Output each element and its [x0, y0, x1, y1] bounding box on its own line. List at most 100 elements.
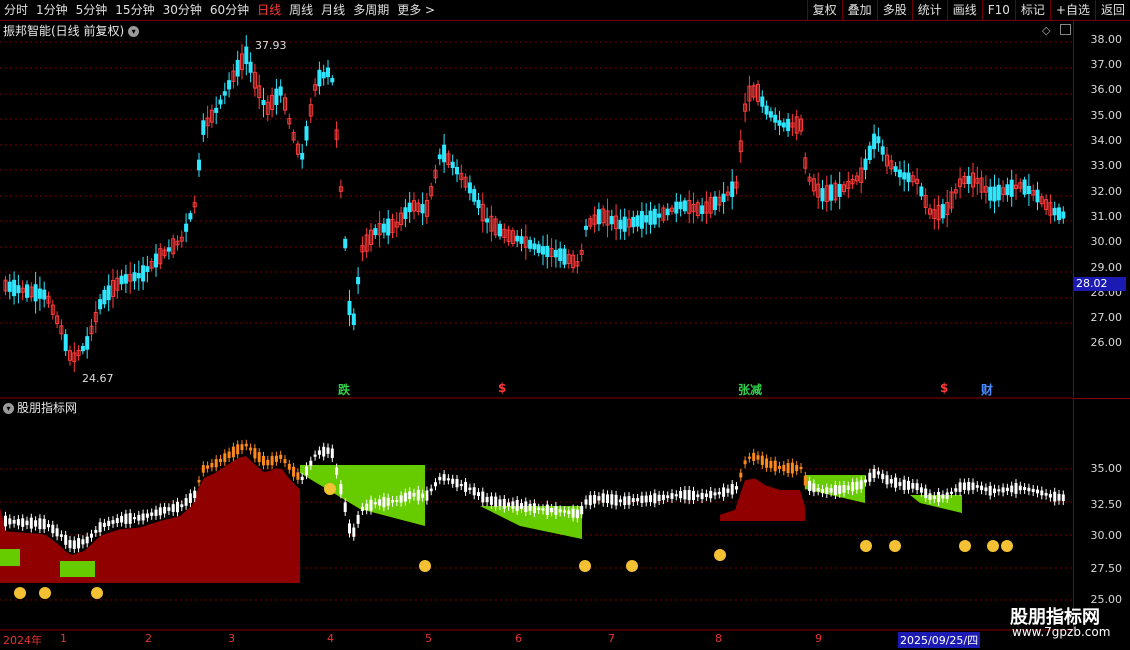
event-marker[interactable]: 跌	[338, 381, 350, 398]
candle-body	[872, 133, 877, 150]
indicator-candle-body	[223, 453, 227, 462]
indicator-candle-body	[360, 506, 364, 511]
indicator-candle-body	[249, 447, 253, 451]
indicator-candle-body	[868, 472, 872, 482]
tab-multi-period[interactable]: 多周期	[349, 0, 393, 20]
indicator-candle-body	[1023, 487, 1027, 491]
tab-monthly[interactable]: 月线	[317, 0, 349, 20]
indicator-candle-body	[704, 493, 708, 497]
indicator-candle-body	[636, 498, 640, 502]
tab-30min[interactable]: 30分钟	[159, 0, 206, 20]
indicator-candle-body	[919, 487, 923, 493]
candle-body	[37, 288, 42, 299]
indicator-candle-body	[137, 514, 141, 521]
indicator-candle-body	[77, 538, 81, 549]
candle-body	[829, 184, 834, 201]
tab-daily[interactable]: 日线	[253, 0, 285, 20]
tab-fenshi[interactable]: 分时	[0, 0, 32, 20]
indicator-candle-body	[696, 494, 700, 498]
money-bag-icon	[626, 560, 638, 572]
candle-body	[141, 265, 146, 282]
indicator-candle-body	[795, 464, 799, 472]
indicator-candle-body	[85, 536, 89, 544]
price-chart-canvas[interactable]	[0, 21, 1074, 633]
event-marker[interactable]: $	[940, 381, 948, 395]
candle-body	[326, 67, 330, 78]
money-bag-icon	[419, 560, 431, 572]
add-watchlist-button[interactable]: +自选	[1049, 0, 1095, 20]
indicator-candle-body	[287, 463, 291, 470]
indicator-candle-body	[752, 452, 756, 462]
indicator-candle-body	[369, 499, 373, 511]
overlay-button[interactable]: 叠加	[841, 0, 877, 20]
indicator-candle-body	[42, 518, 46, 530]
candle-body	[880, 146, 885, 155]
tab-60min[interactable]: 60分钟	[206, 0, 253, 20]
multi-stock-button[interactable]: 多股	[876, 0, 912, 20]
candle-body	[893, 166, 898, 172]
tab-more[interactable]: 更多 >	[393, 0, 439, 20]
indicator-candle-body	[296, 472, 300, 480]
candle-body	[347, 300, 352, 316]
tab-15min[interactable]: 15分钟	[111, 0, 158, 20]
candle-body	[837, 183, 842, 197]
indicator-candle-body	[842, 485, 846, 493]
event-marker[interactable]: 财	[981, 381, 993, 398]
candle-body	[786, 118, 791, 132]
candle-body	[274, 88, 279, 105]
candle-body	[635, 215, 640, 227]
candle-body	[373, 228, 378, 236]
candle-body	[98, 299, 103, 310]
candle-body	[678, 201, 683, 210]
indicator-candle-body	[1014, 483, 1018, 494]
price-tick: 31.00	[1090, 210, 1123, 223]
candle-body	[584, 225, 588, 230]
indicator-candle-body	[1005, 487, 1009, 492]
indicator-candle-body	[468, 487, 472, 491]
indicator-candle-body	[821, 488, 824, 494]
indicator-candle-body	[206, 465, 210, 469]
indicator-candle-body	[171, 504, 175, 512]
indicator-candle-body	[679, 490, 683, 499]
price-tick: 27.00	[1090, 311, 1123, 324]
indicator-candle-body	[941, 494, 945, 499]
mark-button[interactable]: 标记	[1014, 0, 1050, 20]
price-tick: 33.00	[1090, 159, 1123, 172]
indicator-candle-body	[532, 503, 536, 513]
draw-line-button[interactable]: 画线	[946, 0, 982, 20]
event-marker[interactable]: 张减	[738, 381, 762, 398]
candle-body	[657, 213, 662, 218]
candle-body	[631, 216, 636, 228]
back-button[interactable]: 返回	[1094, 0, 1130, 20]
event-marker[interactable]: $	[498, 381, 506, 395]
candle-body	[278, 86, 283, 96]
f10-button[interactable]: F10	[981, 0, 1015, 20]
candle-body	[515, 235, 520, 242]
indicator-candle-body	[378, 499, 382, 506]
tab-weekly[interactable]: 周线	[285, 0, 317, 20]
candle-body	[773, 114, 778, 123]
indicator-candle-body	[747, 456, 751, 459]
indicator-tick: 30.00	[1090, 529, 1123, 542]
indicator-candle-body	[911, 482, 915, 489]
indicator-candle-body	[494, 496, 498, 507]
chevron-right-icon: >	[421, 3, 436, 17]
candle-body	[343, 238, 348, 249]
candle-body	[867, 145, 872, 160]
candle-body	[1057, 207, 1061, 221]
tab-1min[interactable]: 1分钟	[32, 0, 72, 20]
indicator-candle-body	[326, 447, 330, 454]
indicator-candle-body	[184, 498, 188, 506]
statistics-button[interactable]: 统计	[911, 0, 947, 20]
candle-body	[906, 172, 911, 183]
indicator-candle-body	[176, 501, 179, 513]
candle-body	[781, 122, 786, 128]
indicator-candle-body	[253, 448, 257, 459]
money-bag-icon	[714, 549, 726, 561]
indicator-candle-body	[219, 458, 222, 462]
candle-body	[145, 266, 150, 272]
indicator-tick: 32.50	[1090, 498, 1123, 511]
fuquan-button[interactable]: 复权	[806, 0, 842, 20]
tab-5min[interactable]: 5分钟	[72, 0, 112, 20]
indicator-candle-body	[520, 503, 523, 509]
